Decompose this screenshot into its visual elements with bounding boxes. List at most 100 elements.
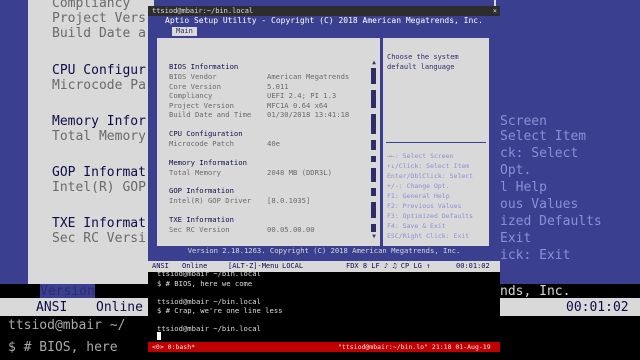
info-value: UEFI 2.4; PI 1.3 [267,91,337,101]
bg-left-line: Compliancy [52,0,131,11]
bg-right-line: ous Values [500,197,579,212]
section-heading: Memory Information [169,157,247,167]
bg-left-line: Build Date a [52,26,146,41]
info-label: Microcode Patch [169,139,234,148]
key-legend-item: ↑↓/Click: Select Item [387,162,470,170]
bios-header: Aptio Setup Utility - Copyright (C) 2018… [165,16,483,25]
key-legend-item: ESC/Right Click: Exit [387,232,470,240]
info-label: Total Memory [169,167,221,177]
scrollbar-thumb[interactable] [371,68,376,84]
info-label: BIOS Vendor [169,72,217,81]
key-legend-item: →←: Select Screen [387,152,454,160]
bg-left-line: GOP Informat [52,165,146,180]
bg-left-line: CPU Configur [52,63,146,78]
info-value: American Megatrends [267,72,350,81]
scrollbar-segment [371,90,376,108]
scrollbar-segment [371,140,376,150]
tmux-status-right: "ttsiod@mbair:~/bin.lo" 21:18 01-Aug-19 [338,343,491,351]
tmux-window-name[interactable]: <0> 0:bash* [152,342,195,352]
key-legend-item: F1: General Help [387,192,450,200]
scrollbar[interactable]: ▲ ▼ [371,60,377,240]
bg-status-time: 00:01:02 [566,300,629,315]
window-title: ttsiod@mbair:~/bin.local [152,7,254,15]
scrollbar-segment [371,114,376,134]
bg-version-tail: nds, Inc. [500,284,571,299]
bg-command: $ # BIOS, here [8,340,118,355]
key-legend: →←: Select Screen ↑↓/Click: Select Item En… [387,151,473,241]
info-label: Sec RC Version [169,224,230,234]
terminal-window[interactable]: ttsiod@mbair:~/bin.local × Aptio Setup U… [148,6,500,354]
bg-right-line: Exit [500,231,532,246]
bg-status-ansi: ANSI [36,300,68,315]
scroll-down-icon[interactable]: ▼ [371,234,377,240]
bg-right-line: ized Defaults [500,214,602,229]
terminal-line: $ # BIOS, here we come [157,279,253,288]
status-fdx: FDX 8 LF ♪ ♫ CP LG ↑ [346,262,431,270]
text-cursor [157,332,161,340]
key-legend-item: F4: Save & Exit [387,222,446,230]
bg-left-line: Microcode Pa [52,78,146,93]
terminal-line: ttsiod@mbair ~/bin.local [157,324,261,333]
bg-left-line: Total Memory [52,129,146,144]
bg-right-line: Opt. [500,163,532,178]
bg-left-line: Sec RC Versi [52,231,146,246]
info-value: MFC1A 0.64 x64 [267,100,328,110]
help-text: Choose the system default language [387,52,459,72]
help-text-line: default language [387,63,455,71]
scrollbar-segment [371,224,376,232]
terminal-line: ttsiod@mbair ~/bin.local [157,269,261,278]
bg-right-line: ick: Exit [500,248,571,263]
status-time: 00:01:02 [456,262,490,270]
bg-version-text: Version [40,284,95,299]
bg-right-line: Select Item [500,129,587,144]
scrollbar-segment [371,156,376,162]
help-divider [386,142,486,143]
bios-info-list: BIOS Information BIOS Vendor American Mega… [157,38,380,246]
bg-prompt: ttsiod@mbair ~/ [8,318,126,333]
info-value: 40e [267,139,280,148]
terminal-line: ttsiod@mbair ~/bin.local [157,297,261,306]
key-legend-item: +/-: Change Opt. [387,182,450,190]
bios-main-pane: BIOS Information BIOS Vendor American Mega… [157,38,489,246]
bg-left-line: Project Vers [52,11,146,26]
section-heading: TXE Information [169,214,234,224]
terminal-line: $ # Crap, we're one line less [157,306,283,315]
bios-version: Version 2.18.1263. Copyright (C) 2018 Am… [187,246,461,255]
info-label: Compliancy [169,91,213,101]
bg-right-line: l Help [500,180,547,195]
help-pane: Choose the system default language →←: S… [382,38,489,246]
bg-right-line: Screen [500,114,547,129]
section-heading: GOP Information [169,186,234,196]
bios-screen: Aptio Setup Utility - Copyright (C) 2018… [148,16,500,261]
info-value: 00.05.00.00 [267,224,315,234]
info-value: 2048 MB (DDR3L) [267,167,332,177]
bg-left-line: Memory Infor [52,114,146,129]
status-local: LOCAL [282,262,304,270]
scrollbar-segment [371,168,376,182]
bg-left-line: TXE Informat [52,216,146,231]
window-titlebar[interactable]: ttsiod@mbair:~/bin.local × [148,6,500,16]
info-label: Core Version [169,81,221,91]
help-text-line: Choose the system [387,53,459,61]
bg-status-online: Online [96,300,143,315]
info-label: Project Version [169,100,234,110]
info-label: Build Date and Time [169,110,252,120]
bg-right-line: ck: Select [500,146,579,161]
close-icon[interactable]: × [493,6,497,16]
info-value: [8.0.1035] [267,196,311,206]
info-value: 01/30/2018 13:41:18 [267,110,350,120]
scrollbar-segment [371,188,376,196]
info-value: 5.011 [267,81,289,91]
tab-main[interactable]: Main [172,27,197,36]
scrollbar-segment [371,202,376,218]
section-heading: CPU Configuration [169,129,243,138]
key-legend-item: F2: Previous Values [387,202,462,210]
help-panel: Choose the system default language →←: S… [383,38,489,246]
key-legend-item: Enter/DblClick: Select [387,172,474,180]
info-label: Intel(R) GOP Driver [169,196,252,206]
key-legend-item: F3: Optimized Defaults [387,212,474,220]
scroll-up-icon[interactable]: ▲ [371,60,377,66]
tmux-status-bar: <0> 0:bash* "ttsiod@mbair:~/bin.lo" 21:1… [148,342,500,352]
section-heading: BIOS Information [169,62,239,71]
bg-left-line: Intel(R) GOP [52,180,146,195]
